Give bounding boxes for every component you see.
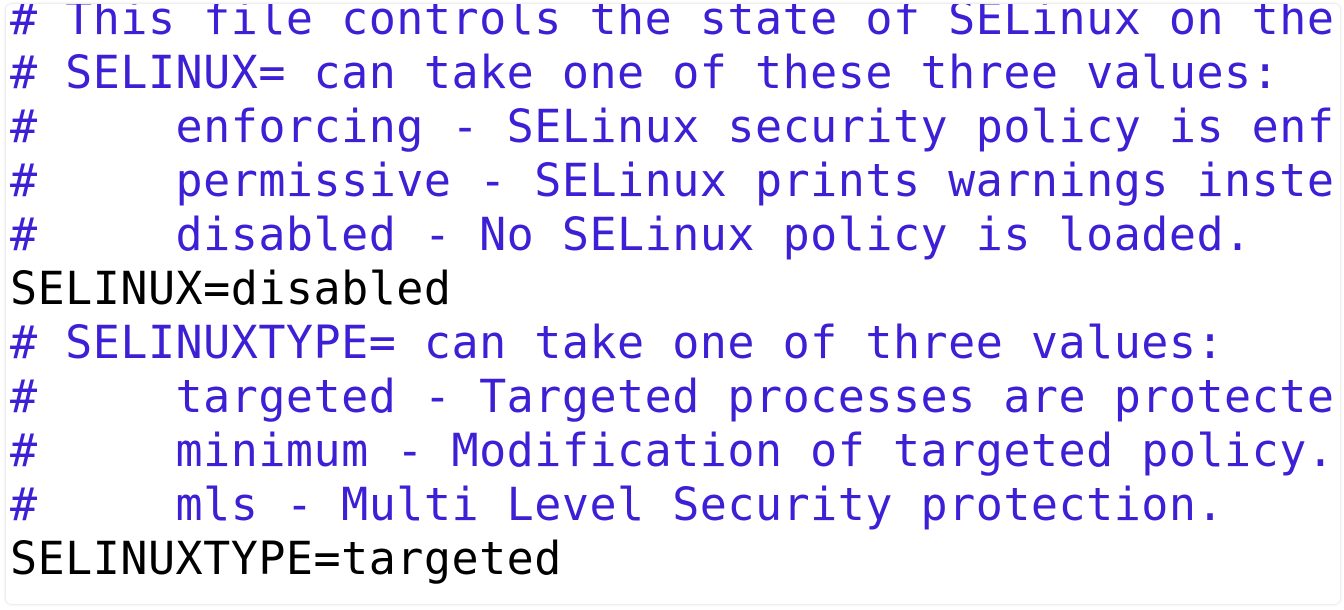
comment-line: # minimum - Modification of targeted pol… bbox=[10, 424, 1335, 477]
comment-line: # permissive - SELinux prints warnings i… bbox=[10, 154, 1335, 207]
comment-line: # targeted - Targeted processes are prot… bbox=[10, 370, 1335, 423]
comment-line: # SELINUX= can take one of these three v… bbox=[10, 46, 1280, 99]
comment-line: # This file controls the state of SELinu… bbox=[10, 4, 1335, 45]
file-content: # This file controls the state of SELinu… bbox=[10, 4, 1334, 586]
config-editor[interactable]: # This file controls the state of SELinu… bbox=[6, 4, 1340, 604]
comment-line: # enforcing - SELinux security policy is… bbox=[10, 100, 1335, 153]
selinux-setting-line[interactable]: SELINUX=disabled bbox=[10, 262, 1334, 316]
comment-line: # mls - Multi Level Security protection. bbox=[10, 478, 1225, 531]
comment-line: # disabled - No SELinux policy is loaded… bbox=[10, 208, 1252, 261]
selinuxtype-setting-line[interactable]: SELINUXTYPE=targeted bbox=[10, 532, 1334, 586]
comment-line: # SELINUXTYPE= can take one of three val… bbox=[10, 316, 1225, 369]
